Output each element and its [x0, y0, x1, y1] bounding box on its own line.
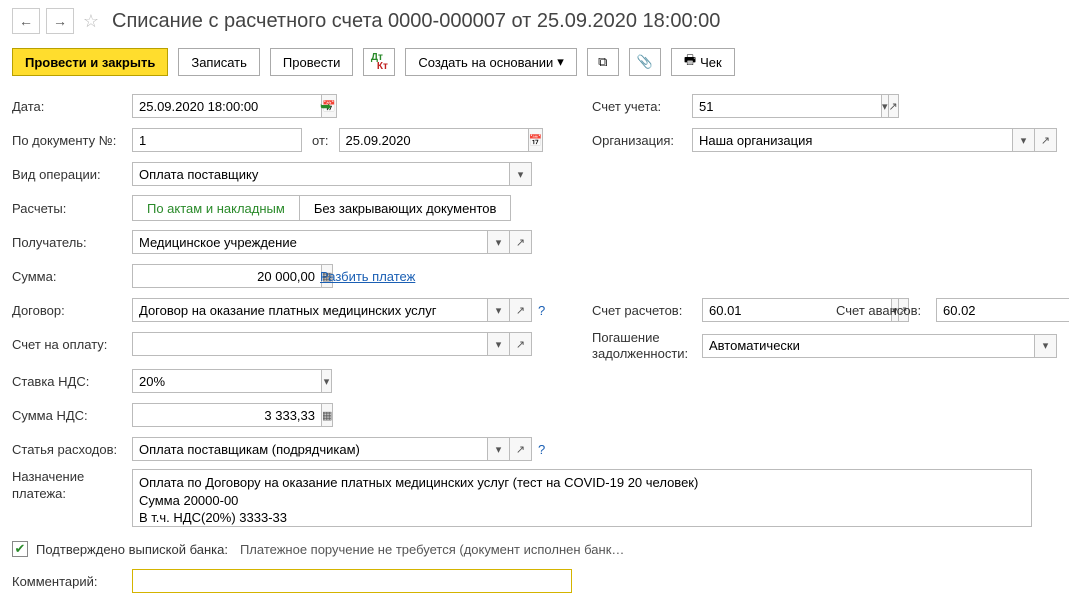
- chevron-down-icon[interactable]: ▾: [488, 437, 510, 461]
- dtkt-button[interactable]: ДтКт: [363, 48, 395, 76]
- vat-rate-input[interactable]: [132, 369, 322, 393]
- dtkt-icon: ДтКт: [371, 53, 388, 71]
- calendar-icon[interactable]: 📅: [529, 128, 544, 152]
- contract-label: Договор:: [12, 303, 132, 318]
- doc-no-label: По документу №:: [12, 133, 132, 148]
- receipt-label: Чек: [700, 55, 722, 70]
- settlements-label: Расчеты:: [12, 201, 132, 216]
- date-input[interactable]: [132, 94, 322, 118]
- from-label: от:: [312, 133, 329, 148]
- comment-input[interactable]: [132, 569, 572, 593]
- nav-back-button[interactable]: ←: [12, 8, 40, 34]
- open-icon[interactable]: ↗: [1035, 128, 1057, 152]
- vat-rate-label: Ставка НДС:: [12, 374, 132, 389]
- chevron-down-icon[interactable]: ▾: [1013, 128, 1035, 152]
- vat-sum-label: Сумма НДС:: [12, 408, 132, 423]
- receipt-icon: 🖶: [684, 51, 696, 73]
- expense-input[interactable]: [132, 437, 488, 461]
- purpose-textarea[interactable]: [132, 469, 1032, 527]
- receipt-button[interactable]: 🖶 Чек: [671, 48, 735, 76]
- help-icon[interactable]: ?: [538, 303, 545, 318]
- org-input[interactable]: [692, 128, 1013, 152]
- chevron-down-icon[interactable]: ▾: [1035, 334, 1057, 358]
- attach-button[interactable]: 📎: [629, 48, 661, 76]
- payee-input[interactable]: [132, 230, 488, 254]
- op-type-label: Вид операции:: [12, 167, 132, 182]
- split-payment-link[interactable]: Разбить платеж: [320, 269, 415, 284]
- posted-icon: ➥: [320, 98, 332, 115]
- confirmed-checkbox[interactable]: ✔: [12, 541, 28, 557]
- open-icon[interactable]: ↗: [510, 298, 532, 322]
- amount-label: Сумма:: [12, 269, 132, 284]
- vat-sum-input[interactable]: [132, 403, 322, 427]
- open-icon[interactable]: ↗: [510, 230, 532, 254]
- date-label: Дата:: [12, 99, 132, 114]
- account-input[interactable]: [692, 94, 882, 118]
- org-label: Организация:: [592, 133, 692, 148]
- calculator-icon[interactable]: ▦: [322, 403, 333, 427]
- help-icon[interactable]: ?: [538, 442, 545, 457]
- chevron-down-icon[interactable]: ▾: [488, 298, 510, 322]
- expense-label: Статья расходов:: [12, 442, 132, 457]
- account-label: Счет учета:: [592, 99, 692, 114]
- chevron-down-icon[interactable]: ▾: [488, 230, 510, 254]
- chevron-down-icon[interactable]: ▾: [322, 369, 332, 393]
- structure-button[interactable]: ⧉: [587, 48, 619, 76]
- create-based-on-button[interactable]: Создать на основании ▾: [405, 48, 576, 76]
- no-closing-button[interactable]: Без закрывающих документов: [300, 195, 512, 221]
- structure-icon: ⧉: [598, 54, 607, 70]
- settle-acc-label: Счет расчетов:: [592, 303, 702, 318]
- contract-input[interactable]: [132, 298, 488, 322]
- by-acts-button[interactable]: По актам и накладным: [132, 195, 300, 221]
- payee-label: Получатель:: [12, 235, 132, 250]
- advance-acc-input[interactable]: [936, 298, 1069, 322]
- post-and-close-button[interactable]: Провести и закрыть: [12, 48, 168, 76]
- chevron-down-icon[interactable]: ▾: [510, 162, 532, 186]
- confirmed-label: Подтверждено выпиской банка:: [36, 542, 228, 557]
- doc-no-input[interactable]: [132, 128, 302, 152]
- debt-label: Погашение задолженности:: [592, 330, 702, 361]
- amount-input[interactable]: [132, 264, 322, 288]
- nav-forward-button[interactable]: →: [46, 8, 74, 34]
- advance-acc-label: Счет авансов:: [836, 303, 936, 318]
- op-type-input[interactable]: [132, 162, 510, 186]
- save-button[interactable]: Записать: [178, 48, 260, 76]
- paperclip-icon: 📎: [637, 54, 653, 70]
- chevron-down-icon: ▾: [557, 54, 564, 70]
- open-icon[interactable]: ↗: [889, 94, 899, 118]
- open-icon[interactable]: ↗: [510, 332, 532, 356]
- invoice-label: Счет на оплату:: [12, 337, 132, 352]
- purpose-label: Назначение платежа:: [12, 469, 132, 503]
- comment-label: Комментарий:: [12, 574, 132, 589]
- debt-input[interactable]: [702, 334, 1035, 358]
- invoice-input[interactable]: [132, 332, 488, 356]
- open-icon[interactable]: ↗: [510, 437, 532, 461]
- confirmed-note: Платежное поручение не требуется (докуме…: [240, 542, 624, 557]
- doc-date-input[interactable]: [339, 128, 529, 152]
- favorite-star-icon[interactable]: ☆: [80, 10, 102, 32]
- chevron-down-icon[interactable]: ▾: [488, 332, 510, 356]
- create-based-label: Создать на основании: [418, 55, 553, 70]
- post-button[interactable]: Провести: [270, 48, 354, 76]
- page-title: Списание с расчетного счета 0000-000007 …: [112, 10, 720, 33]
